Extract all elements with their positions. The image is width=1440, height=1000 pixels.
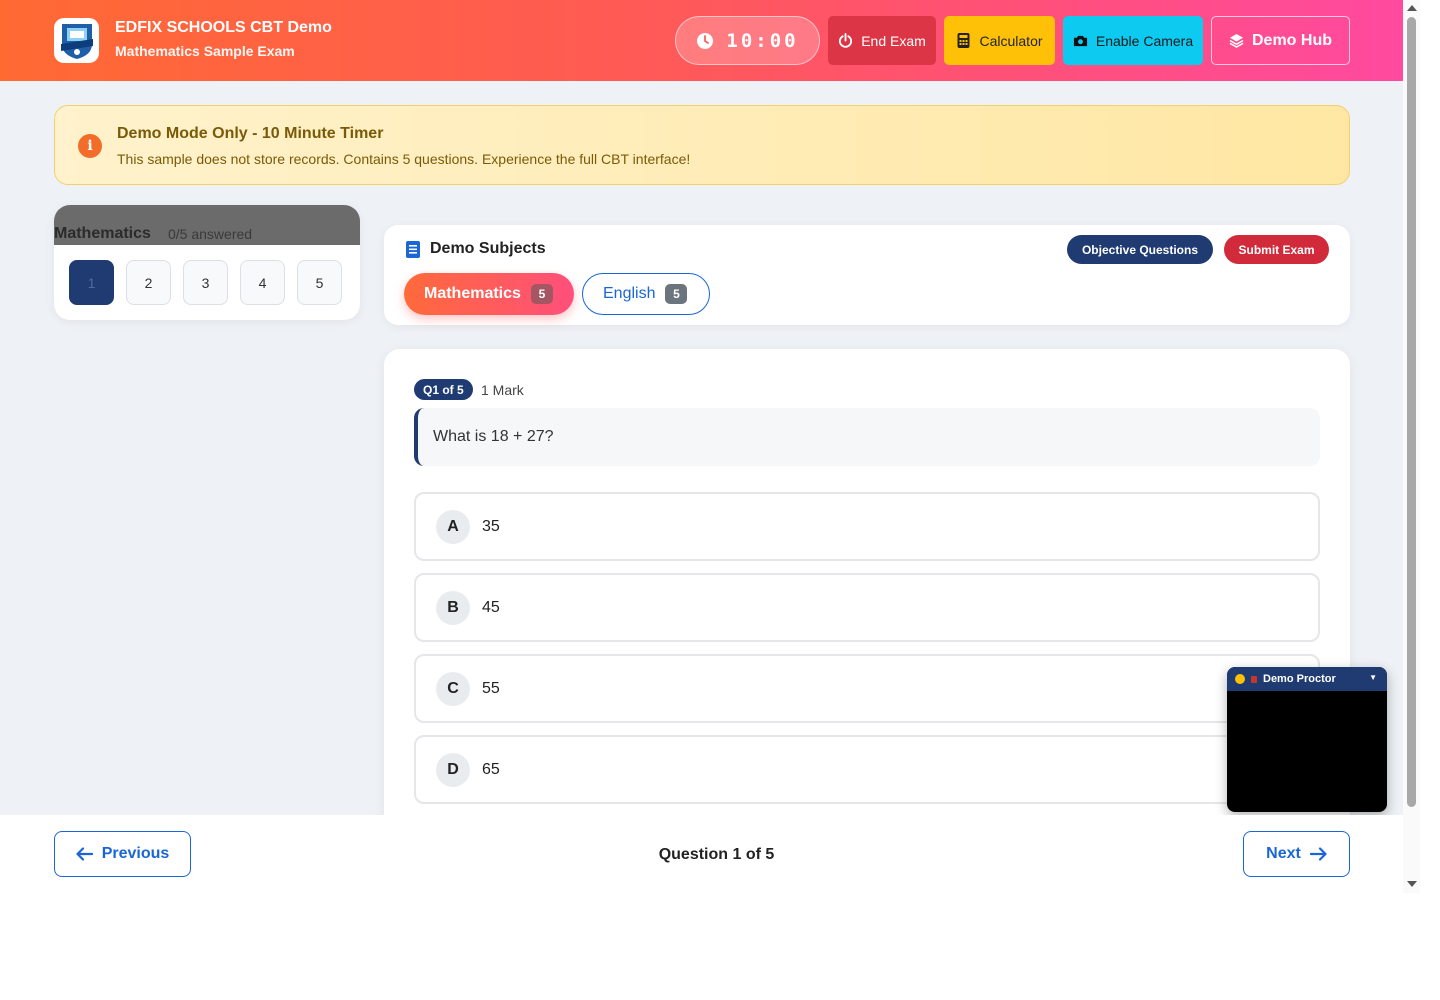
question-number-button[interactable]: 2 bbox=[126, 260, 171, 305]
option-text: 45 bbox=[482, 599, 500, 616]
subjects-heading: Demo Subjects bbox=[406, 240, 546, 258]
question-navigator: Mathematics 0/5 answered 1 2 3 4 5 bbox=[54, 205, 360, 320]
scroll-up-arrow-icon[interactable] bbox=[1407, 5, 1417, 11]
navigator-answered-count: 0/5 answered bbox=[168, 226, 253, 242]
enable-camera-label: Enable Camera bbox=[1095, 32, 1194, 49]
question-number-button[interactable]: 3 bbox=[183, 260, 228, 305]
question-marks: 1 Mark bbox=[481, 382, 524, 398]
question-card: Q1 of 5 1 Mark What is 18 + 27? A 35 B 4… bbox=[384, 349, 1350, 815]
option-c[interactable]: C 55 bbox=[414, 654, 1320, 723]
school-crest-icon bbox=[60, 23, 93, 59]
demo-hub-button[interactable]: Demo Hub bbox=[1211, 16, 1350, 65]
camera-icon bbox=[1073, 35, 1087, 47]
option-text: 35 bbox=[482, 518, 500, 535]
question-text-box: What is 18 + 27? bbox=[414, 408, 1320, 466]
option-text: 65 bbox=[482, 761, 500, 778]
tab-count-badge: 5 bbox=[665, 284, 688, 304]
timer-value: 10:00 bbox=[726, 29, 799, 52]
tab-label: English bbox=[603, 285, 656, 302]
arrow-left-icon bbox=[76, 847, 93, 861]
enable-camera-button[interactable]: Enable Camera bbox=[1063, 16, 1203, 65]
arrow-right-icon bbox=[1309, 847, 1327, 861]
subjects-card: Demo Subjects Objective Questions Submit… bbox=[384, 225, 1350, 325]
option-letter: B bbox=[436, 591, 470, 625]
caret-down-icon[interactable]: ▼ bbox=[1369, 673, 1377, 682]
proctor-window[interactable]: Demo Proctor ▼ bbox=[1227, 667, 1387, 812]
tab-mathematics[interactable]: Mathematics 5 bbox=[404, 273, 574, 315]
navigator-subject: Mathematics bbox=[54, 225, 151, 242]
alert-text: This sample does not store records. Cont… bbox=[117, 151, 691, 167]
question-number-grid: 1 2 3 4 5 bbox=[69, 260, 342, 305]
question-text: What is 18 + 27? bbox=[433, 428, 554, 445]
question-number-badge: Q1 of 5 bbox=[414, 379, 473, 400]
demo-hub-label: Demo Hub bbox=[1252, 31, 1332, 49]
next-button[interactable]: Next bbox=[1243, 831, 1350, 877]
tab-label: Mathematics bbox=[424, 285, 521, 302]
option-a[interactable]: A 35 bbox=[414, 492, 1320, 561]
option-letter: D bbox=[436, 753, 470, 787]
status-dot-icon bbox=[1235, 674, 1245, 684]
option-letter: A bbox=[436, 510, 470, 544]
question-number-button[interactable]: 4 bbox=[240, 260, 285, 305]
exam-subtitle: Mathematics Sample Exam bbox=[115, 43, 295, 59]
book-icon bbox=[406, 240, 420, 258]
option-text: 55 bbox=[482, 680, 500, 697]
app-title: EDFIX SCHOOLS CBT Demo bbox=[115, 19, 332, 36]
calculator-icon bbox=[957, 33, 970, 48]
scrollbar-thumb[interactable] bbox=[1407, 17, 1416, 807]
question-position-label: Question 1 of 5 bbox=[658, 846, 775, 863]
option-d[interactable]: D 65 bbox=[414, 735, 1320, 804]
proctor-header[interactable]: Demo Proctor ▼ bbox=[1227, 667, 1387, 691]
calculator-label: Calculator bbox=[979, 32, 1043, 49]
option-letter: C bbox=[436, 672, 470, 706]
page-scrollbar[interactable] bbox=[1403, 0, 1420, 893]
top-header: EDFIX SCHOOLS CBT Demo Mathematics Sampl… bbox=[0, 0, 1403, 81]
recording-icon bbox=[1251, 675, 1257, 683]
info-icon: i bbox=[78, 134, 102, 158]
exam-footer: Question 1 of 5 Previous Next bbox=[0, 815, 1403, 893]
submit-exam-button[interactable]: Submit Exam bbox=[1224, 235, 1329, 264]
option-b[interactable]: B 45 bbox=[414, 573, 1320, 642]
exam-timer: 10:00 bbox=[675, 16, 820, 65]
next-label: Next bbox=[1266, 845, 1301, 862]
question-number-button[interactable]: 5 bbox=[297, 260, 342, 305]
power-icon bbox=[839, 33, 853, 48]
objective-questions-badge[interactable]: Objective Questions bbox=[1067, 235, 1213, 264]
subjects-title: Demo Subjects bbox=[430, 240, 546, 257]
tab-count-badge: 5 bbox=[530, 284, 553, 304]
tab-english[interactable]: English 5 bbox=[582, 273, 710, 315]
school-logo bbox=[54, 18, 99, 63]
previous-button[interactable]: Previous bbox=[54, 831, 191, 877]
question-number-button[interactable]: 1 bbox=[69, 260, 114, 305]
exam-viewport: EDFIX SCHOOLS CBT Demo Mathematics Sampl… bbox=[0, 0, 1403, 815]
calculator-button[interactable]: Calculator bbox=[944, 16, 1055, 65]
clock-icon bbox=[697, 32, 714, 49]
end-exam-label: End Exam bbox=[861, 32, 926, 49]
demo-mode-alert: i Demo Mode Only - 10 Minute Timer This … bbox=[54, 105, 1350, 185]
end-exam-button[interactable]: End Exam bbox=[828, 16, 936, 65]
proctor-title: Demo Proctor bbox=[1263, 673, 1336, 685]
layers-icon bbox=[1229, 33, 1244, 48]
previous-label: Previous bbox=[101, 845, 170, 862]
alert-title: Demo Mode Only - 10 Minute Timer bbox=[117, 125, 384, 142]
scroll-down-arrow-icon[interactable] bbox=[1407, 881, 1417, 887]
